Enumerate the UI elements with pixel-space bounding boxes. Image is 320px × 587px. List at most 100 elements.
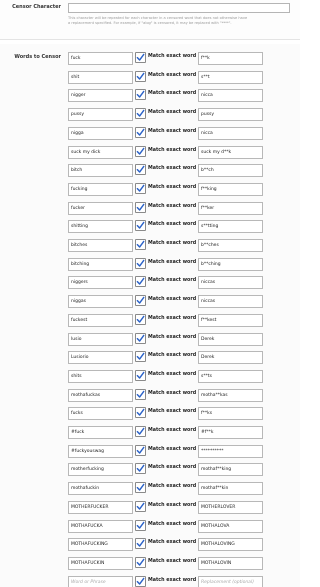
replacement-input[interactable]: suck my d**k xyxy=(198,145,263,159)
match-exact-label: Match exact word xyxy=(148,147,197,153)
replacement-input[interactable]: nicca xyxy=(198,126,263,140)
replacement-input[interactable]: niccas xyxy=(198,295,263,309)
match-exact-label: Match exact word xyxy=(148,222,197,228)
censor-word-input[interactable]: fucking xyxy=(68,182,133,196)
match-exact-checkbox[interactable] xyxy=(135,444,146,456)
match-exact-checkbox[interactable] xyxy=(135,52,146,63)
match-exact-checkbox[interactable] xyxy=(135,519,146,531)
replacement-input[interactable]: nicca xyxy=(198,89,263,103)
replacement-input[interactable]: motha**kas xyxy=(198,388,263,402)
replacement-input[interactable]: MOTHALOVA xyxy=(198,519,263,533)
replacement-input[interactable]: MOTHALOVIN xyxy=(198,556,263,570)
censor-word-input[interactable]: MOTHERFUCKER xyxy=(68,500,133,514)
censor-word-input[interactable]: bitching xyxy=(68,257,133,271)
censor-row: fuckest Match exact word f**kest xyxy=(0,313,300,327)
replacement-input[interactable]: b**ches xyxy=(198,239,263,252)
match-exact-checkbox[interactable] xyxy=(135,220,146,232)
censor-word-input[interactable]: nigger xyxy=(68,89,133,103)
match-exact-checkbox[interactable] xyxy=(135,145,146,157)
replacement-input[interactable]: f**ker xyxy=(198,201,263,215)
match-exact-checkbox[interactable] xyxy=(135,164,146,176)
match-exact-checkbox[interactable] xyxy=(135,126,146,138)
match-exact-checkbox[interactable] xyxy=(135,482,146,494)
match-exact-checkbox[interactable] xyxy=(135,108,146,120)
replacement-input[interactable]: f**king xyxy=(198,182,263,196)
replacement-input[interactable]: f**k xyxy=(198,52,263,65)
replacement-input[interactable]: pussy xyxy=(198,108,263,122)
match-exact-checkbox[interactable] xyxy=(135,295,146,307)
replacement-input[interactable]: f**kest xyxy=(198,313,263,327)
replacement-input[interactable]: Derek xyxy=(198,332,263,346)
match-exact-checkbox[interactable] xyxy=(135,89,146,101)
match-exact-checkbox[interactable] xyxy=(135,575,146,587)
replacement-input[interactable]: s**ts xyxy=(198,369,263,383)
censor-word-input[interactable]: MOTHAFUCKA xyxy=(68,519,133,533)
censor-row: MOTHAFUCKA Match exact word MOTHALOVA xyxy=(0,519,300,533)
replacement-input[interactable]: MOTHERLOVER xyxy=(198,500,263,514)
censor-word-input[interactable]: lusio xyxy=(68,332,133,346)
censor-row: niggers Match exact word niccas xyxy=(0,276,300,290)
censor-word-input[interactable]: fucker xyxy=(68,201,133,215)
censor-word-input[interactable]: fuckest xyxy=(68,313,133,327)
censor-word-input[interactable]: mothafuckas xyxy=(68,388,133,402)
match-exact-checkbox[interactable] xyxy=(135,182,146,194)
replacement-input[interactable]: b**ching xyxy=(198,257,263,271)
censor-word-input[interactable]: #fuckyouswag xyxy=(68,444,133,458)
replacement-input[interactable]: s**tting xyxy=(198,220,263,234)
censor-word-input[interactable]: fucks xyxy=(68,407,133,421)
match-exact-checkbox[interactable] xyxy=(135,201,146,213)
censor-word-input[interactable]: shit xyxy=(68,70,133,84)
replacement-input[interactable]: ********** xyxy=(198,444,263,458)
match-exact-checkbox[interactable] xyxy=(135,70,146,82)
censor-word-input[interactable]: nigga xyxy=(68,126,133,140)
match-exact-checkbox[interactable] xyxy=(135,556,146,568)
match-exact-checkbox[interactable] xyxy=(135,426,146,437)
censor-character-input[interactable] xyxy=(68,3,290,13)
new-replacement-input[interactable]: Replacement (optional) xyxy=(198,575,263,587)
match-exact-checkbox[interactable] xyxy=(135,276,146,288)
replacement-input[interactable]: Derek xyxy=(198,351,263,365)
new-censor-row: Word or Phrase Match exact word Replacemen… xyxy=(0,575,300,587)
match-exact-checkbox[interactable] xyxy=(135,239,146,250)
censor-word-input[interactable]: #fuck xyxy=(68,426,133,439)
match-exact-checkbox[interactable] xyxy=(135,257,146,269)
censor-word-input[interactable]: fuck xyxy=(68,52,133,65)
match-exact-checkbox[interactable] xyxy=(135,369,146,381)
censor-word-input[interactable]: MOTHAFUCKIN xyxy=(68,556,133,570)
new-word-input[interactable]: Word or Phrase xyxy=(68,575,133,587)
censor-word-input[interactable]: suck my dick xyxy=(68,145,133,159)
censor-word-input[interactable]: niggas xyxy=(68,295,133,309)
match-exact-label: Match exact word xyxy=(148,409,197,415)
censor-word-input[interactable]: mothafuckin xyxy=(68,482,133,496)
match-exact-label: Match exact word xyxy=(148,166,197,172)
match-exact-label: Match exact word xyxy=(148,259,197,265)
match-exact-checkbox[interactable] xyxy=(135,500,146,512)
replacement-input[interactable]: b**ch xyxy=(198,164,263,178)
replacement-input[interactable]: mothaf**king xyxy=(198,463,263,477)
replacement-input[interactable]: #f**k xyxy=(198,426,263,439)
match-exact-checkbox[interactable] xyxy=(135,313,146,325)
censor-word-input[interactable]: bitches xyxy=(68,239,133,252)
match-exact-checkbox[interactable] xyxy=(135,538,146,550)
censor-word-input[interactable]: shits xyxy=(68,369,133,383)
replacement-input[interactable]: f**ks xyxy=(198,407,263,421)
match-exact-checkbox[interactable] xyxy=(135,332,146,344)
censor-word-input[interactable]: pussy xyxy=(68,108,133,122)
replacement-input[interactable]: s**t xyxy=(198,70,263,84)
match-exact-checkbox[interactable] xyxy=(135,463,146,475)
censor-word-input[interactable]: MOTHAFUCKING xyxy=(68,538,133,552)
replacement-input[interactable]: niccas xyxy=(198,276,263,290)
censor-word-input[interactable]: Lusiorio xyxy=(68,351,133,365)
match-exact-label: Match exact word xyxy=(148,521,197,527)
match-exact-checkbox[interactable] xyxy=(135,388,146,400)
censor-row: pussy Match exact word pussy xyxy=(0,108,300,122)
match-exact-checkbox[interactable] xyxy=(135,407,146,419)
replacement-input[interactable]: mothaf**kin xyxy=(198,482,263,496)
censor-word-input[interactable]: bitch xyxy=(68,164,133,178)
censor-row: fucker Match exact word f**ker xyxy=(0,201,300,215)
replacement-input[interactable]: MOTHALOVING xyxy=(198,538,263,552)
censor-word-input[interactable]: motherfucking xyxy=(68,463,133,477)
match-exact-checkbox[interactable] xyxy=(135,351,146,363)
censor-word-input[interactable]: shitting xyxy=(68,220,133,234)
censor-word-input[interactable]: niggers xyxy=(68,276,133,290)
